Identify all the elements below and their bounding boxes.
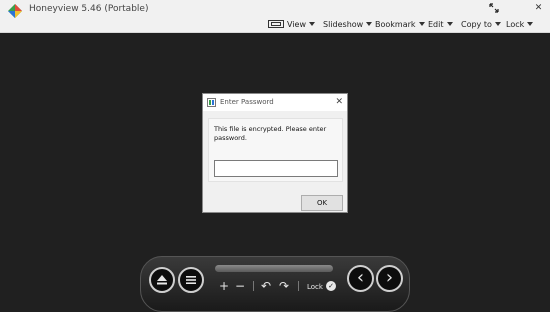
menu-lock-label: Lock: [506, 19, 525, 29]
menu-lock[interactable]: Lock: [506, 17, 534, 31]
chevron-down-icon: [527, 22, 534, 26]
playback-control-bar: + − ↶ ↷ Lock ✓ ‹ ›: [140, 256, 410, 312]
chevron-down-icon: [446, 22, 453, 26]
menu-bookmark-label: Bookmark: [375, 19, 416, 29]
eject-button[interactable]: [149, 267, 175, 293]
honeyview-logo-icon: [8, 4, 22, 18]
menu-view-label: View: [287, 19, 306, 29]
chevron-left-icon: ‹: [356, 266, 365, 288]
app-title: Honeyview 5.46 (Portable): [29, 4, 149, 14]
hamburger-menu-icon: [186, 276, 196, 284]
maximize-button[interactable]: [482, 0, 505, 16]
dialog-close-icon[interactable]: ✕: [335, 96, 343, 108]
zoom-in-icon[interactable]: +: [219, 279, 229, 293]
menu-button[interactable]: [178, 267, 204, 293]
menu-slideshow-label: Slideshow: [323, 19, 364, 29]
chevron-right-icon: ›: [385, 266, 394, 288]
password-input[interactable]: [214, 160, 338, 177]
chevron-down-icon: [494, 22, 501, 26]
menu-view[interactable]: View: [268, 17, 315, 31]
menu-copy-to-label: Copy to: [461, 19, 492, 29]
divider: [298, 281, 299, 291]
zoom-out-icon[interactable]: −: [235, 279, 245, 293]
dialog-message: This file is encrypted. Please enter pas…: [214, 125, 327, 142]
password-dialog: Enter Password ✕ This file is encrypted.…: [202, 93, 348, 213]
menu-edit-label: Edit: [428, 19, 444, 29]
chevron-down-icon: [308, 22, 315, 26]
menu-bookmark[interactable]: Bookmark: [375, 17, 425, 31]
rotate-left-icon[interactable]: ↶: [261, 279, 271, 293]
menu-edit[interactable]: Edit: [428, 17, 453, 31]
divider: [253, 281, 254, 291]
close-icon: ✕: [534, 3, 543, 13]
lock-toggle-label[interactable]: Lock: [307, 282, 323, 292]
lock-check-icon[interactable]: ✓: [326, 281, 336, 291]
dialog-title: Enter Password: [220, 98, 274, 106]
view-frame-icon: [268, 20, 284, 28]
maximize-icon: [488, 3, 499, 13]
title-bar: Honeyview 5.46 (Portable) ✕ View Slidesh…: [0, 0, 550, 33]
chevron-down-icon: [418, 22, 425, 26]
menu-copy-to[interactable]: Copy to: [461, 17, 501, 31]
seek-bar[interactable]: [215, 265, 333, 272]
previous-button[interactable]: ‹: [347, 265, 374, 292]
dialog-body: This file is encrypted. Please enter pas…: [208, 118, 343, 182]
dialog-app-icon: [207, 98, 216, 107]
dialog-title-bar: Enter Password ✕: [203, 94, 347, 111]
next-button[interactable]: ›: [376, 265, 403, 292]
ok-button[interactable]: OK: [301, 195, 343, 211]
menu-slideshow[interactable]: Slideshow: [323, 17, 373, 31]
chevron-down-icon: [366, 22, 373, 26]
close-window-button[interactable]: ✕: [527, 0, 550, 16]
rotate-right-icon[interactable]: ↷: [279, 279, 289, 293]
eject-icon: [157, 275, 167, 285]
